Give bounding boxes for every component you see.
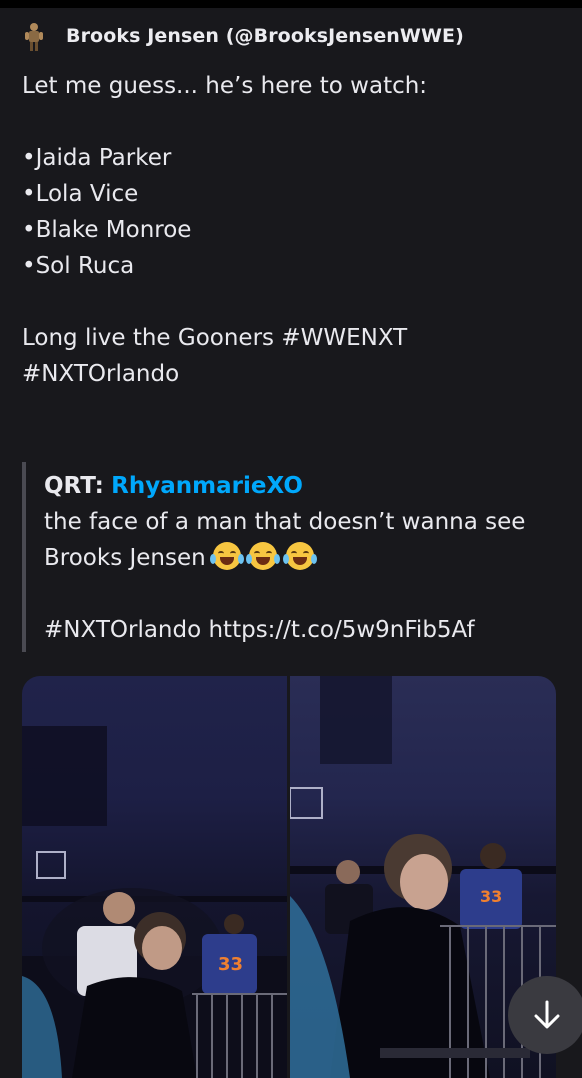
joy-emoji-icon xyxy=(210,542,245,570)
author-avatar[interactable] xyxy=(22,20,46,52)
media-gallery[interactable]: 33 33 xyxy=(22,676,556,1078)
quote-text-tail[interactable]: #NXTOrlando https://t.co/5w9nFib5Af xyxy=(44,576,564,648)
status-bar xyxy=(0,0,582,8)
jersey-number-left: 33 xyxy=(218,954,243,975)
post-header: Brooks Jensen (@BrooksJensenWWE) xyxy=(22,20,464,52)
quote-text-line1: the face of a man that doesn’t wanna see xyxy=(44,509,526,535)
quoted-user-link[interactable]: RhyanmarieXO xyxy=(111,473,303,499)
quote-text-line2-row: Brooks Jensen xyxy=(44,540,564,576)
post-body: Let me guess... he’s here to watch: •Jai… xyxy=(22,73,428,387)
arrow-down-icon xyxy=(534,1000,560,1029)
jersey-number-right: 33 xyxy=(480,887,502,906)
joy-emoji-group xyxy=(210,542,317,571)
joy-emoji-icon xyxy=(282,542,317,570)
scroll-to-bottom-button[interactable] xyxy=(508,976,582,1054)
quote-text-line2: Brooks Jensen xyxy=(44,545,206,571)
joy-emoji-icon xyxy=(246,542,281,570)
photo-left[interactable]: 33 xyxy=(22,676,287,1078)
quote-block: QRT: RhyanmarieXO the face of a man that… xyxy=(22,462,566,652)
author-name[interactable]: Brooks Jensen (@BrooksJensenWWE) xyxy=(66,25,464,47)
qrt-label: QRT: xyxy=(44,473,104,499)
